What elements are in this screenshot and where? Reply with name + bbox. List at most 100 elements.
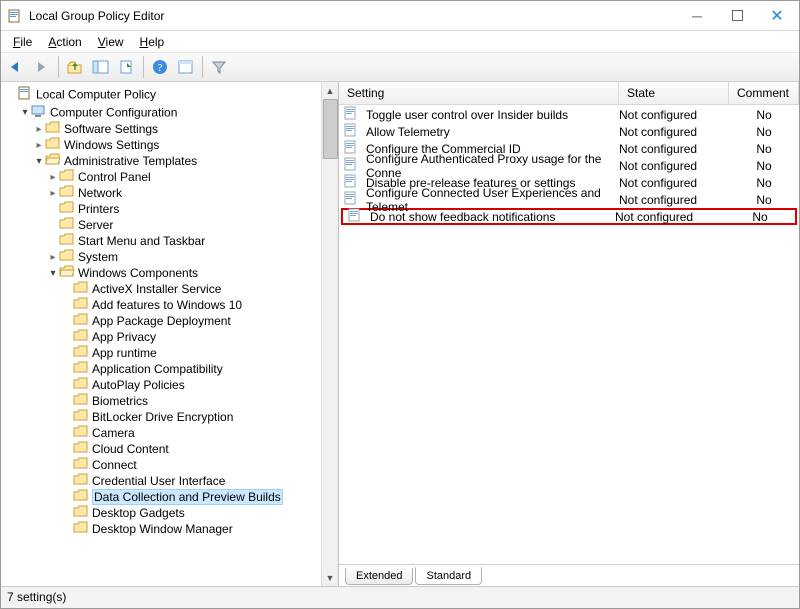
tree-wc-gadgets[interactable]: Desktop Gadgets	[5, 505, 321, 521]
scroll-up-icon[interactable]: ▲	[323, 82, 338, 99]
tree-start-menu[interactable]: Start Menu and Taskbar	[5, 233, 321, 249]
tree-wc-appcompat[interactable]: Application Compatibility	[5, 361, 321, 377]
folder-icon	[73, 361, 89, 377]
tree-wc-dwm[interactable]: Desktop Window Manager	[5, 521, 321, 537]
caret-collapsed-icon[interactable]	[47, 252, 59, 263]
export-list-button[interactable]	[115, 55, 139, 79]
maximize-button[interactable]	[717, 2, 757, 30]
scroll-down-icon[interactable]: ▼	[323, 569, 338, 586]
menu-help[interactable]: Help	[132, 33, 173, 51]
tree-label: Add features to Windows 10	[92, 298, 242, 312]
column-state[interactable]: State	[619, 82, 729, 104]
tree-wc-datacoll[interactable]: Data Collection and Preview Builds	[5, 489, 321, 505]
caret-expanded-icon[interactable]	[33, 156, 45, 167]
policy-item-icon	[343, 106, 359, 123]
filter-button[interactable]	[207, 55, 231, 79]
menu-file[interactable]: File	[5, 33, 40, 51]
folder-icon	[73, 457, 89, 473]
tab-extended[interactable]: Extended	[345, 568, 413, 585]
tree-label: Start Menu and Taskbar	[78, 234, 205, 248]
tree-wc-connect[interactable]: Connect	[5, 457, 321, 473]
tree-wc-bitlocker[interactable]: BitLocker Drive Encryption	[5, 409, 321, 425]
tree-network[interactable]: Network	[5, 185, 321, 201]
folder-icon	[73, 409, 89, 425]
tree-root[interactable]: Local Computer Policy	[5, 85, 321, 104]
caret-collapsed-icon[interactable]	[33, 140, 45, 151]
tree-wc-appprivacy[interactable]: App Privacy	[5, 329, 321, 345]
setting-state: Not configured	[619, 125, 729, 139]
column-comment[interactable]: Comment	[729, 82, 799, 104]
tree-wc-credui[interactable]: Credential User Interface	[5, 473, 321, 489]
folder-icon	[73, 425, 89, 441]
tree-wc-activex[interactable]: ActiveX Installer Service	[5, 281, 321, 297]
menu-view[interactable]: View	[90, 33, 132, 51]
tree-wc-autoplay[interactable]: AutoPlay Policies	[5, 377, 321, 393]
tree-printers[interactable]: Printers	[5, 201, 321, 217]
folder-icon	[73, 521, 89, 537]
tree-label: Windows Settings	[64, 138, 159, 152]
folder-icon	[73, 505, 89, 521]
tree-computer-config[interactable]: Computer Configuration	[5, 104, 321, 121]
menu-action[interactable]: Action	[40, 33, 89, 51]
tree-label: Connect	[92, 458, 137, 472]
tree-label: AutoPlay Policies	[92, 378, 185, 392]
details-pane: Setting State Comment Toggle user contro…	[339, 82, 799, 586]
forward-button[interactable]	[30, 55, 54, 79]
app-icon	[7, 8, 23, 24]
show-hide-tree-button[interactable]	[89, 55, 113, 79]
svg-text:?: ?	[158, 62, 163, 74]
tree-system[interactable]: System	[5, 249, 321, 265]
caret-expanded-icon[interactable]	[47, 268, 59, 279]
caret-expanded-icon[interactable]	[19, 107, 31, 118]
tree-wc-appruntime[interactable]: App runtime	[5, 345, 321, 361]
minimize-button[interactable]: ─	[677, 2, 717, 30]
setting-row[interactable]: Allow TelemetryNot configuredNo	[339, 123, 799, 140]
policy-item-icon	[343, 123, 359, 140]
folder-icon	[73, 441, 89, 457]
tree-label: App Privacy	[92, 330, 156, 344]
tree-label: Data Collection and Preview Builds	[92, 489, 283, 505]
setting-row[interactable]: Do not show feedback notificationsNot co…	[341, 208, 797, 225]
folder-icon	[73, 297, 89, 313]
tree-wc-addfeatures[interactable]: Add features to Windows 10	[5, 297, 321, 313]
caret-collapsed-icon[interactable]	[47, 188, 59, 199]
caret-collapsed-icon[interactable]	[33, 124, 45, 135]
setting-row[interactable]: Toggle user control over Insider buildsN…	[339, 106, 799, 123]
title-bar: Local Group Policy Editor ─ ✕	[1, 1, 799, 31]
setting-row[interactable]: Configure Authenticated Proxy usage for …	[339, 157, 799, 174]
caret-collapsed-icon[interactable]	[47, 172, 59, 183]
setting-row[interactable]: Configure Connected User Experiences and…	[339, 191, 799, 208]
tree-control-panel[interactable]: Control Panel	[5, 169, 321, 185]
menu-bar: File Action View Help	[1, 31, 799, 52]
policy-tree[interactable]: Local Computer Policy Computer Configura…	[1, 82, 321, 586]
setting-comment: No	[725, 210, 795, 224]
properties-icon[interactable]	[174, 55, 198, 79]
column-setting[interactable]: Setting	[339, 82, 619, 104]
tab-standard[interactable]: Standard	[415, 567, 482, 585]
tree-windows-components[interactable]: Windows Components	[5, 265, 321, 281]
tree-software-settings[interactable]: Software Settings	[5, 121, 321, 137]
status-bar: 7 setting(s)	[1, 586, 799, 608]
tree-wc-cloud[interactable]: Cloud Content	[5, 441, 321, 457]
setting-state: Not configured	[619, 193, 729, 207]
tree-wc-camera[interactable]: Camera	[5, 425, 321, 441]
tree-scrollbar[interactable]: ▲ ▼	[321, 82, 338, 586]
back-button[interactable]	[4, 55, 28, 79]
help-button[interactable]: ?	[148, 55, 172, 79]
close-button[interactable]: ✕	[757, 2, 797, 30]
setting-state: Not configured	[619, 176, 729, 190]
tree-pane: Local Computer Policy Computer Configura…	[1, 82, 339, 586]
tree-admin-templates[interactable]: Administrative Templates	[5, 153, 321, 169]
tree-label: System	[78, 250, 118, 264]
settings-list[interactable]: Toggle user control over Insider buildsN…	[339, 105, 799, 564]
tree-server[interactable]: Server	[5, 217, 321, 233]
tree-windows-settings[interactable]: Windows Settings	[5, 137, 321, 153]
up-folder-button[interactable]	[63, 55, 87, 79]
policy-item-icon	[343, 157, 359, 174]
window-title: Local Group Policy Editor	[29, 9, 677, 23]
separator	[143, 56, 144, 78]
tree-wc-apppackage[interactable]: App Package Deployment	[5, 313, 321, 329]
tree-label: App Package Deployment	[92, 314, 231, 328]
tree-wc-biometrics[interactable]: Biometrics	[5, 393, 321, 409]
scroll-thumb[interactable]	[323, 99, 338, 159]
